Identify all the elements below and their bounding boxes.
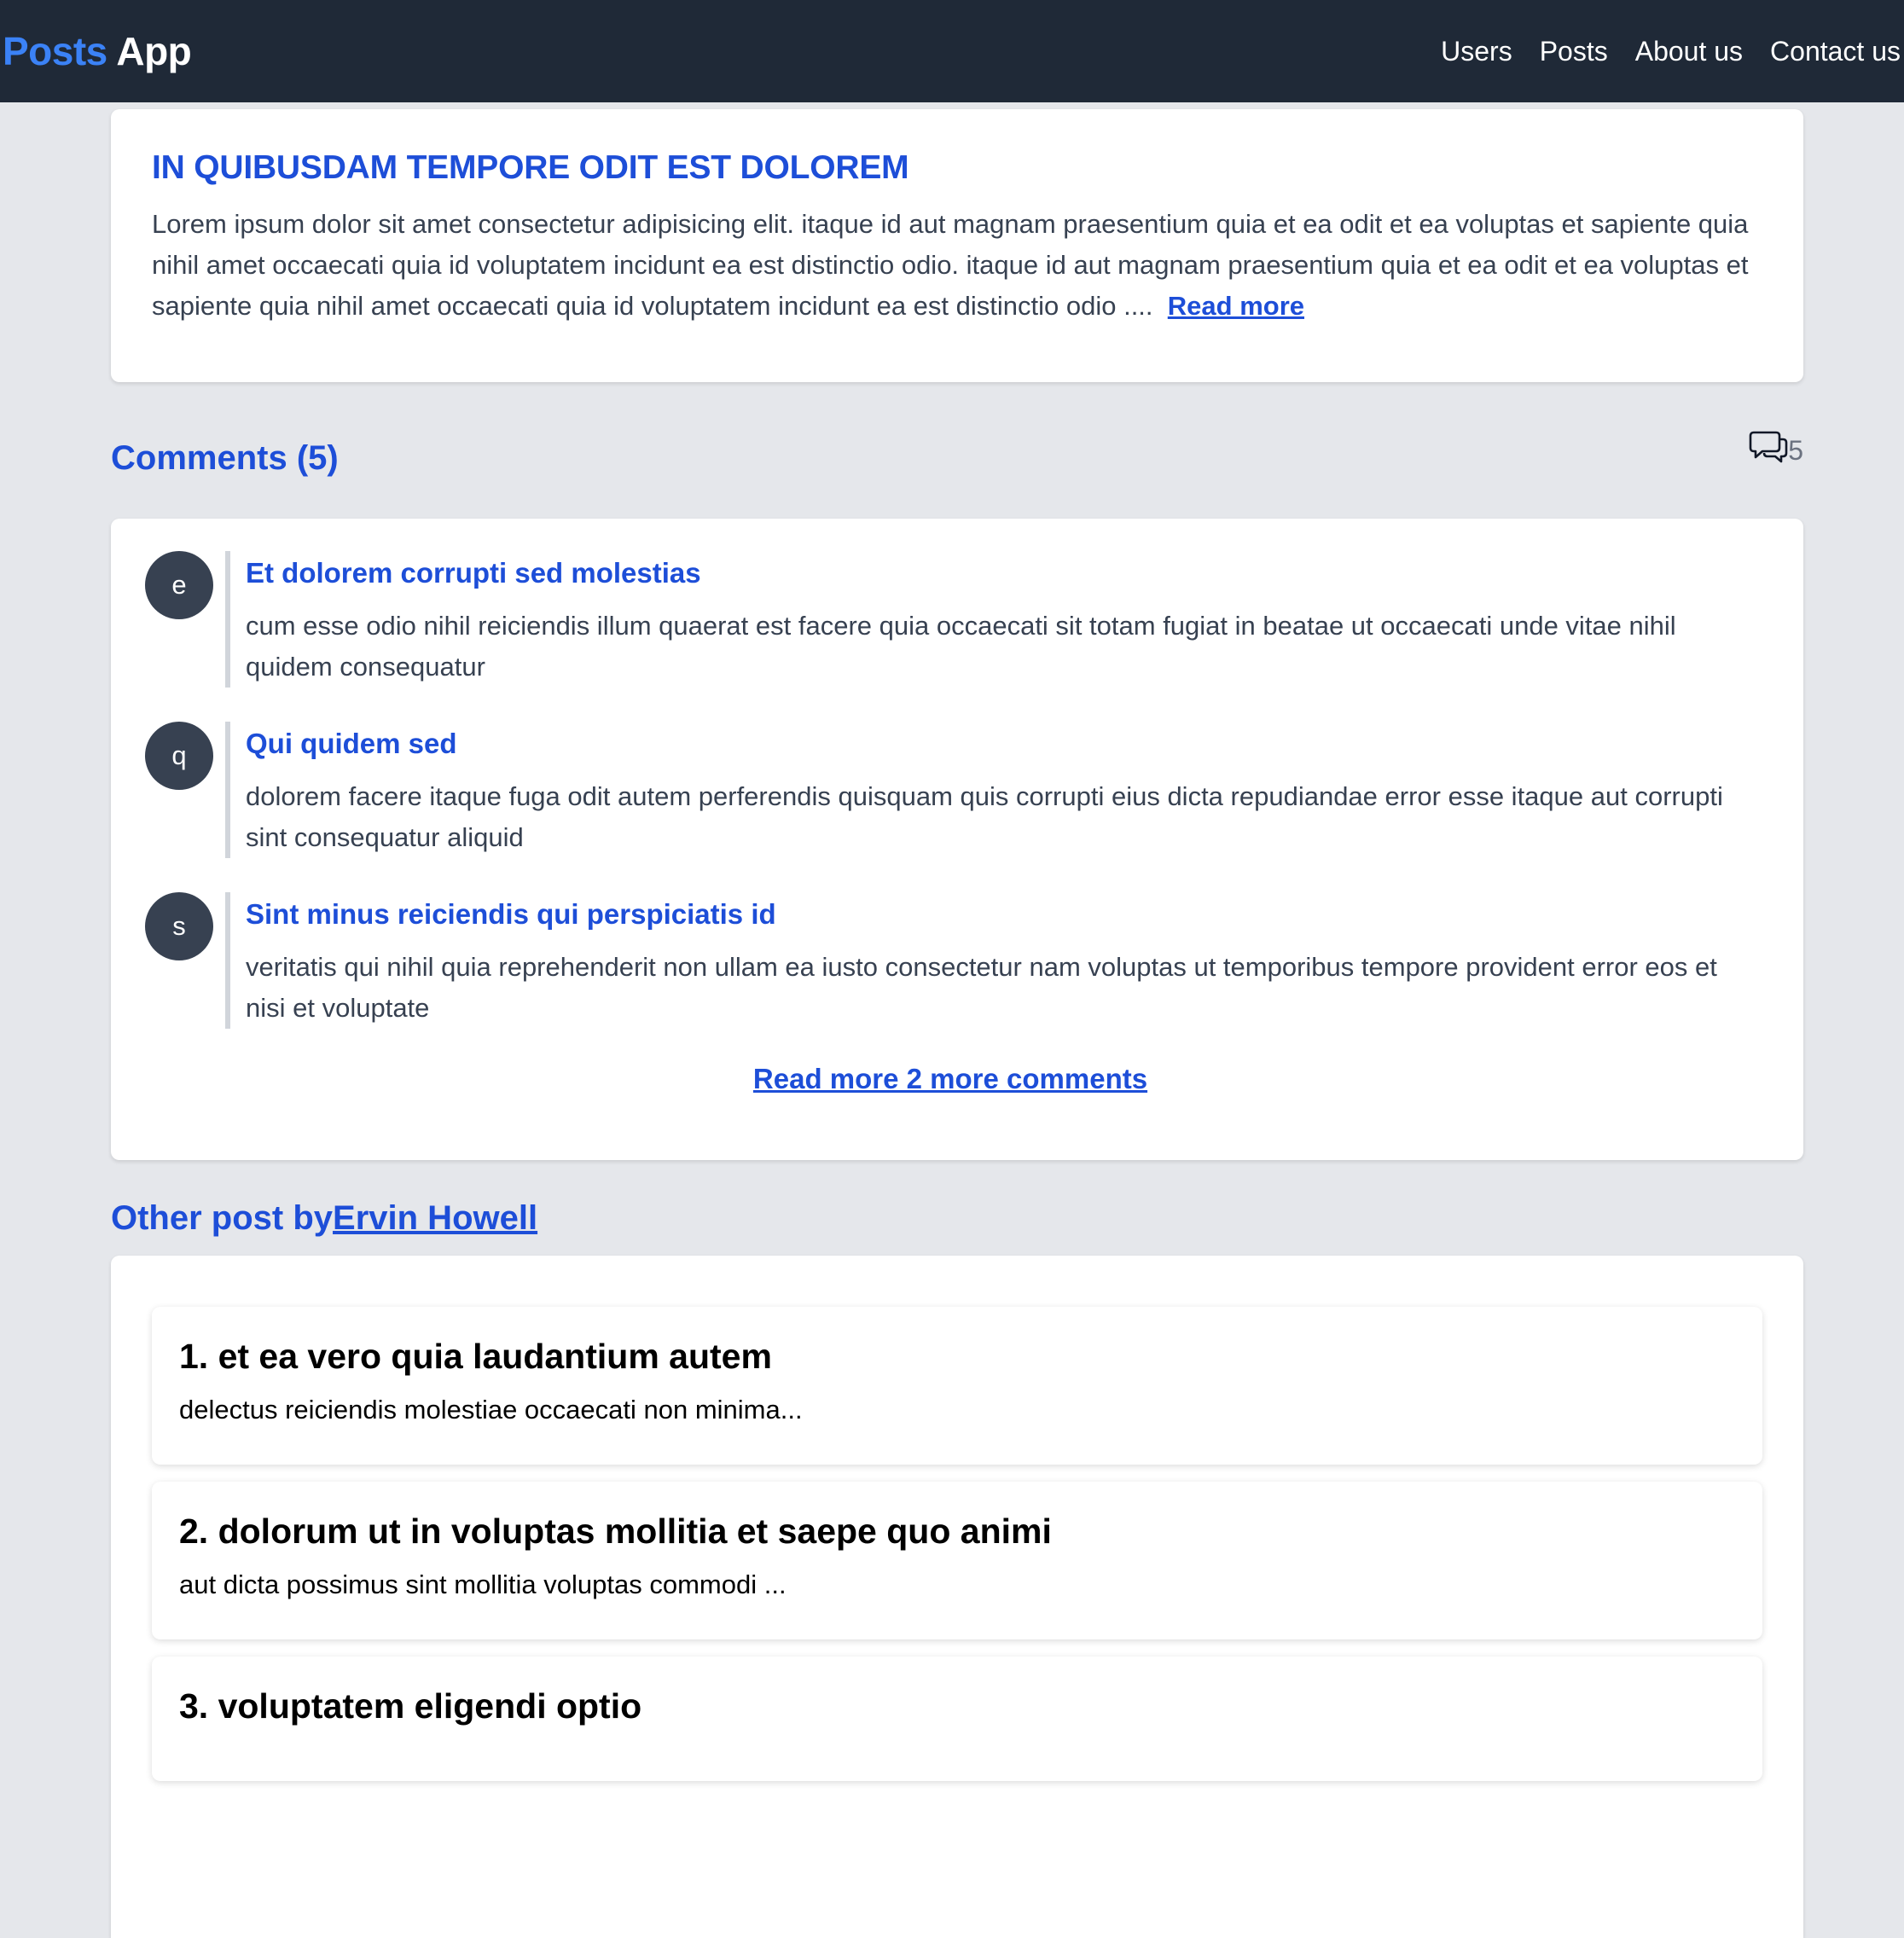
other-posts-card: 1. et ea vero quia laudantium autem dele… [111, 1256, 1803, 1938]
other-posts-prefix: Other post by [111, 1199, 334, 1237]
comment-item: e Et dolorem corrupti sed molestias cum … [145, 551, 1756, 688]
top-navbar: Posts App Users Posts About us Contact u… [0, 0, 1904, 102]
comment-body: cum esse odio nihil reiciendis illum qua… [246, 611, 1676, 682]
post-preview-title: 3. voluptatem eligendi optio [179, 1686, 642, 1726]
post-title: IN QUIBUSDAM TEMPORE ODIT EST DOLOREM [152, 149, 909, 186]
comments-title: Comments (5) [111, 439, 339, 477]
comment-count: 5 [1788, 434, 1803, 466]
comment-body: dolorem facere itaque fuga odit autem pe… [246, 781, 1723, 852]
avatar: s [145, 892, 213, 960]
comment-body: veritatis qui nihil quia reprehenderit n… [246, 952, 1717, 1023]
nav-link-contact-us[interactable]: Contact us [1770, 38, 1901, 65]
nav-link-users[interactable]: Users [1441, 38, 1512, 65]
post-body: Lorem ipsum dolor sit amet consectetur a… [152, 204, 1762, 327]
comments-header: Comments (5) 5 [111, 382, 1803, 519]
comment-counter: 5 [1749, 429, 1803, 472]
comment-item: q Qui quidem sed dolorem facere itaque f… [145, 722, 1756, 858]
nav-link-posts[interactable]: Posts [1540, 38, 1608, 65]
nav-link-about-us[interactable]: About us [1635, 38, 1743, 65]
brand-logo[interactable]: Posts App [0, 29, 192, 73]
post-preview-card[interactable]: 3. voluptatem eligendi optio [152, 1657, 1762, 1781]
comment-author: Et dolorem corrupti sed molestias [246, 557, 701, 589]
comment-content: Et dolorem corrupti sed molestias cum es… [225, 551, 1756, 688]
main-content: IN QUIBUSDAM TEMPORE ODIT EST DOLOREM Lo… [111, 109, 1803, 1938]
chat-bubbles-icon [1749, 429, 1788, 472]
avatar: e [145, 551, 213, 619]
author-link[interactable]: Ervin Howell [333, 1199, 537, 1237]
avatar: q [145, 722, 213, 790]
brand-text-app: App [116, 29, 192, 73]
more-comments-row: Read more 2 more comments [145, 1063, 1756, 1095]
other-posts-heading: Other post byErvin Howell [111, 1201, 1803, 1235]
post-preview-title: 2. dolorum ut in voluptas mollitia et sa… [179, 1512, 1052, 1552]
post-preview-card[interactable]: 2. dolorum ut in voluptas mollitia et sa… [152, 1482, 1762, 1640]
comment-author: Sint minus reiciendis qui perspiciatis i… [246, 898, 776, 930]
read-more-link[interactable]: Read more [1168, 291, 1304, 321]
post-preview-card[interactable]: 1. et ea vero quia laudantium autem dele… [152, 1307, 1762, 1465]
comments-card: e Et dolorem corrupti sed molestias cum … [111, 519, 1803, 1160]
read-more-comments-link[interactable]: Read more 2 more comments [753, 1063, 1147, 1094]
comment-content: Qui quidem sed dolorem facere itaque fug… [225, 722, 1756, 858]
post-preview-excerpt: aut dicta possimus sint mollitia volupta… [179, 1570, 787, 1600]
post-card: IN QUIBUSDAM TEMPORE ODIT EST DOLOREM Lo… [111, 109, 1803, 382]
comment-content: Sint minus reiciendis qui perspiciatis i… [225, 892, 1756, 1029]
comment-author: Qui quidem sed [246, 728, 457, 759]
brand-text-posts: Posts [3, 29, 107, 73]
nav-links: Users Posts About us Contact us [1441, 38, 1904, 65]
comment-item: s Sint minus reiciendis qui perspiciatis… [145, 892, 1756, 1029]
post-body-text: Lorem ipsum dolor sit amet consectetur a… [152, 208, 1749, 321]
post-preview-title: 1. et ea vero quia laudantium autem [179, 1337, 772, 1376]
post-preview-excerpt: delectus reiciendis molestiae occaecati … [179, 1395, 803, 1425]
